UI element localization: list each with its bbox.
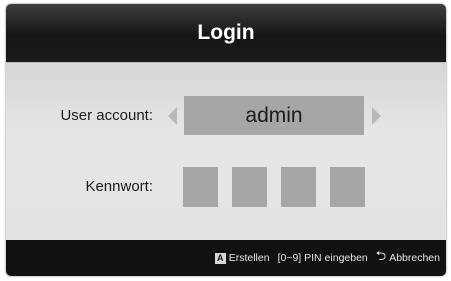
dialog-title: Login [6, 4, 446, 62]
pin-hint: [0~9] PIN eingeben [277, 252, 368, 264]
create-label: Erstellen [228, 252, 270, 264]
login-dialog: Login User account: admin Kennwort: A Er… [6, 4, 446, 276]
a-key-icon: A [214, 252, 226, 264]
footer-bar: A Erstellen [0~9] PIN eingeben ⮌ Abbrech… [6, 240, 446, 276]
pin-digit-4[interactable] [330, 167, 365, 207]
return-icon: ⮌ [375, 248, 387, 263]
dialog-body [6, 62, 446, 241]
arrow-right-icon[interactable] [372, 107, 381, 125]
pin-digit-1[interactable] [183, 167, 218, 207]
arrow-left-icon[interactable] [168, 107, 177, 125]
create-button[interactable]: A Erstellen [214, 252, 270, 264]
pin-digit-2[interactable] [232, 167, 267, 207]
user-account-selector[interactable]: admin [184, 96, 364, 135]
password-label: Kennwort: [85, 178, 153, 195]
pin-digit-3[interactable] [281, 167, 316, 207]
user-account-label: User account: [60, 107, 153, 124]
cancel-button[interactable]: ⮌ Abbrechen [376, 247, 440, 269]
cancel-label: Abbrechen [389, 252, 440, 264]
